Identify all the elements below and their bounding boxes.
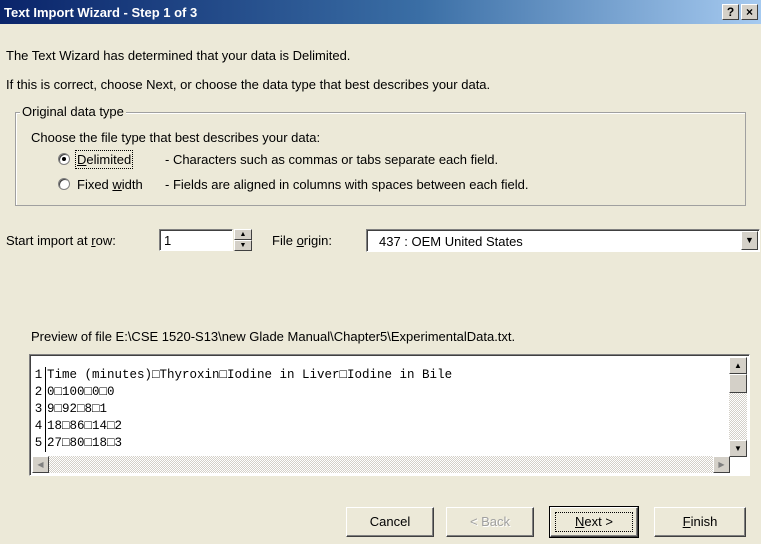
- file-type-prompt: Choose the file type that best describes…: [31, 130, 321, 145]
- intro-line-1: The Text Wizard has determined that your…: [6, 48, 351, 63]
- file-origin-select[interactable]: 437 : OEM United States ▼: [366, 229, 760, 252]
- fixed-width-label[interactable]: Fixed width: [77, 177, 143, 192]
- spin-up-icon[interactable]: ▲: [234, 229, 252, 240]
- preview-label: Preview of file E:\CSE 1520-S13\new Glad…: [31, 329, 516, 344]
- preview-pane[interactable]: 1 Time (minutes)□Thyroxin□Iodine in Liver…: [29, 354, 750, 476]
- close-button[interactable]: ×: [741, 4, 758, 20]
- intro-line-2: If this is correct, choose Next, or choo…: [6, 77, 491, 92]
- fixed-width-description: - Fields are aligned in columns with spa…: [165, 177, 529, 192]
- fixed-width-radio[interactable]: [58, 178, 70, 190]
- start-row-label: Start import at row:: [6, 233, 116, 248]
- preview-row: 2 0□100□0□0: [32, 384, 115, 401]
- file-origin-label: File origin:: [272, 233, 332, 248]
- preview-horizontal-scrollbar[interactable]: ◀ ▶: [32, 456, 730, 473]
- spin-down-icon[interactable]: ▼: [234, 240, 252, 251]
- preview-vertical-scrollbar[interactable]: ▲ ▼: [729, 357, 747, 457]
- window-title: Text Import Wizard - Step 1 of 3: [4, 5, 198, 20]
- scroll-right-icon[interactable]: ▶: [713, 456, 730, 473]
- cancel-button[interactable]: Cancel: [346, 507, 434, 537]
- help-button[interactable]: ?: [722, 4, 739, 20]
- group-legend: Original data type: [20, 104, 126, 119]
- title-bar[interactable]: Text Import Wizard - Step 1 of 3 ? ×: [0, 0, 761, 24]
- preview-row: 3 9□92□8□1: [32, 401, 107, 418]
- file-origin-value: 437 : OEM United States: [379, 234, 523, 249]
- back-button[interactable]: < Back: [446, 507, 534, 537]
- preview-row: 4 18□86□14□2: [32, 418, 122, 435]
- start-row-spinner[interactable]: ▲ ▼: [234, 229, 252, 251]
- chevron-down-icon[interactable]: ▼: [741, 231, 758, 250]
- start-row-input[interactable]: 1: [159, 229, 233, 251]
- scroll-down-icon[interactable]: ▼: [729, 440, 747, 457]
- preview-row: 5 27□80□18□3: [32, 435, 122, 452]
- preview-lines: 1 Time (minutes)□Thyroxin□Iodine in Liver…: [32, 357, 730, 457]
- scroll-up-icon[interactable]: ▲: [729, 357, 747, 374]
- scroll-thumb[interactable]: [729, 374, 747, 393]
- delimited-label[interactable]: Delimited: [74, 150, 134, 169]
- scroll-left-icon[interactable]: ◀: [32, 456, 49, 473]
- next-button[interactable]: Next >: [549, 506, 639, 538]
- preview-row: 1 Time (minutes)□Thyroxin□Iodine in Liver…: [32, 367, 452, 384]
- finish-button[interactable]: Finish: [654, 507, 746, 537]
- delimited-radio[interactable]: [58, 153, 70, 165]
- delimited-description: - Characters such as commas or tabs sepa…: [165, 152, 499, 167]
